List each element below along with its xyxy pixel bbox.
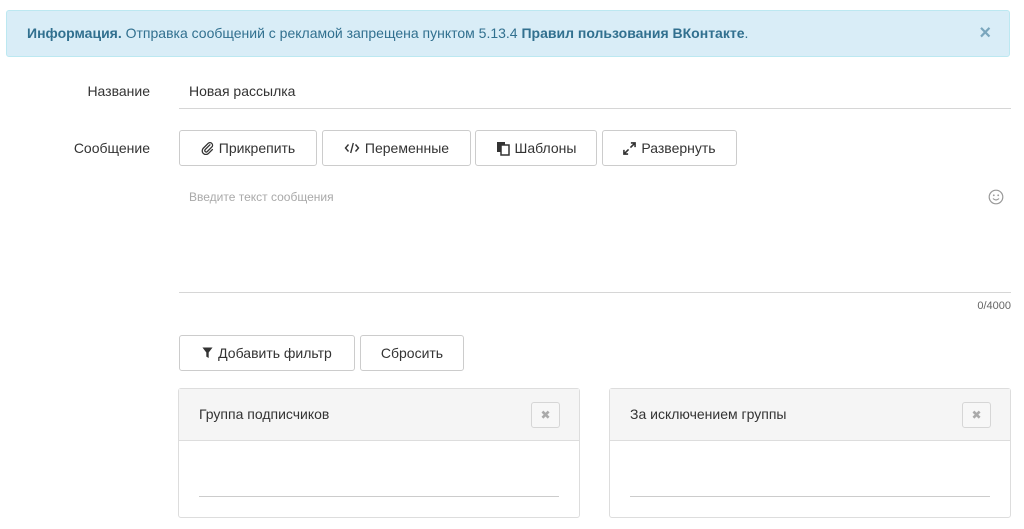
- exclude-group-input[interactable]: [630, 461, 990, 497]
- add-filter-button[interactable]: Добавить фильтр: [179, 335, 355, 371]
- alert-prefix: Информация.: [27, 25, 122, 41]
- message-label: Сообщение: [73, 140, 150, 156]
- templates-label: Шаблоны: [514, 140, 577, 156]
- alert-close-button[interactable]: ×: [979, 11, 991, 56]
- name-label: Название: [87, 83, 150, 99]
- info-alert: Информация. Отправка сообщений с рекламо…: [6, 10, 1010, 57]
- panel-remove-button[interactable]: ✖: [962, 402, 991, 428]
- reset-label: Сбросить: [380, 345, 444, 361]
- panel-title: За исключением группы: [630, 406, 787, 422]
- message-textarea[interactable]: [179, 178, 1011, 293]
- expand-label: Развернуть: [641, 140, 716, 156]
- alert-suffix: .: [744, 25, 749, 41]
- panel-remove-button[interactable]: ✖: [531, 402, 560, 428]
- subscriber-group-panel: Группа подписчиков ✖: [178, 388, 580, 518]
- subscriber-group-input[interactable]: [199, 461, 559, 497]
- alert-rules-link[interactable]: Правил пользования ВКонтакте: [521, 25, 744, 41]
- expand-icon: [623, 141, 637, 155]
- exclude-group-panel: За исключением группы ✖: [609, 388, 1011, 518]
- panel-header: За исключением группы ✖: [610, 389, 1010, 441]
- panel-header: Группа подписчиков ✖: [179, 389, 579, 441]
- templates-button[interactable]: Шаблоны: [475, 130, 597, 166]
- char-counter: 0/4000: [977, 300, 1011, 312]
- smile-icon[interactable]: [988, 189, 1004, 205]
- copy-icon: [496, 141, 510, 156]
- reset-button[interactable]: Сбросить: [360, 335, 464, 371]
- paperclip-icon: [201, 141, 214, 155]
- name-input[interactable]: [179, 73, 1011, 109]
- attach-button[interactable]: Прикрепить: [179, 130, 317, 166]
- add-filter-label: Добавить фильтр: [218, 345, 332, 361]
- panel-title: Группа подписчиков: [199, 406, 330, 422]
- code-icon: [344, 142, 360, 154]
- attach-label: Прикрепить: [218, 140, 296, 156]
- variables-button[interactable]: Переменные: [322, 130, 471, 166]
- alert-text: Отправка сообщений с рекламой запрещена …: [121, 25, 522, 41]
- variables-label: Переменные: [364, 140, 450, 156]
- expand-button[interactable]: Развернуть: [602, 130, 737, 166]
- filter-icon: [202, 347, 213, 359]
